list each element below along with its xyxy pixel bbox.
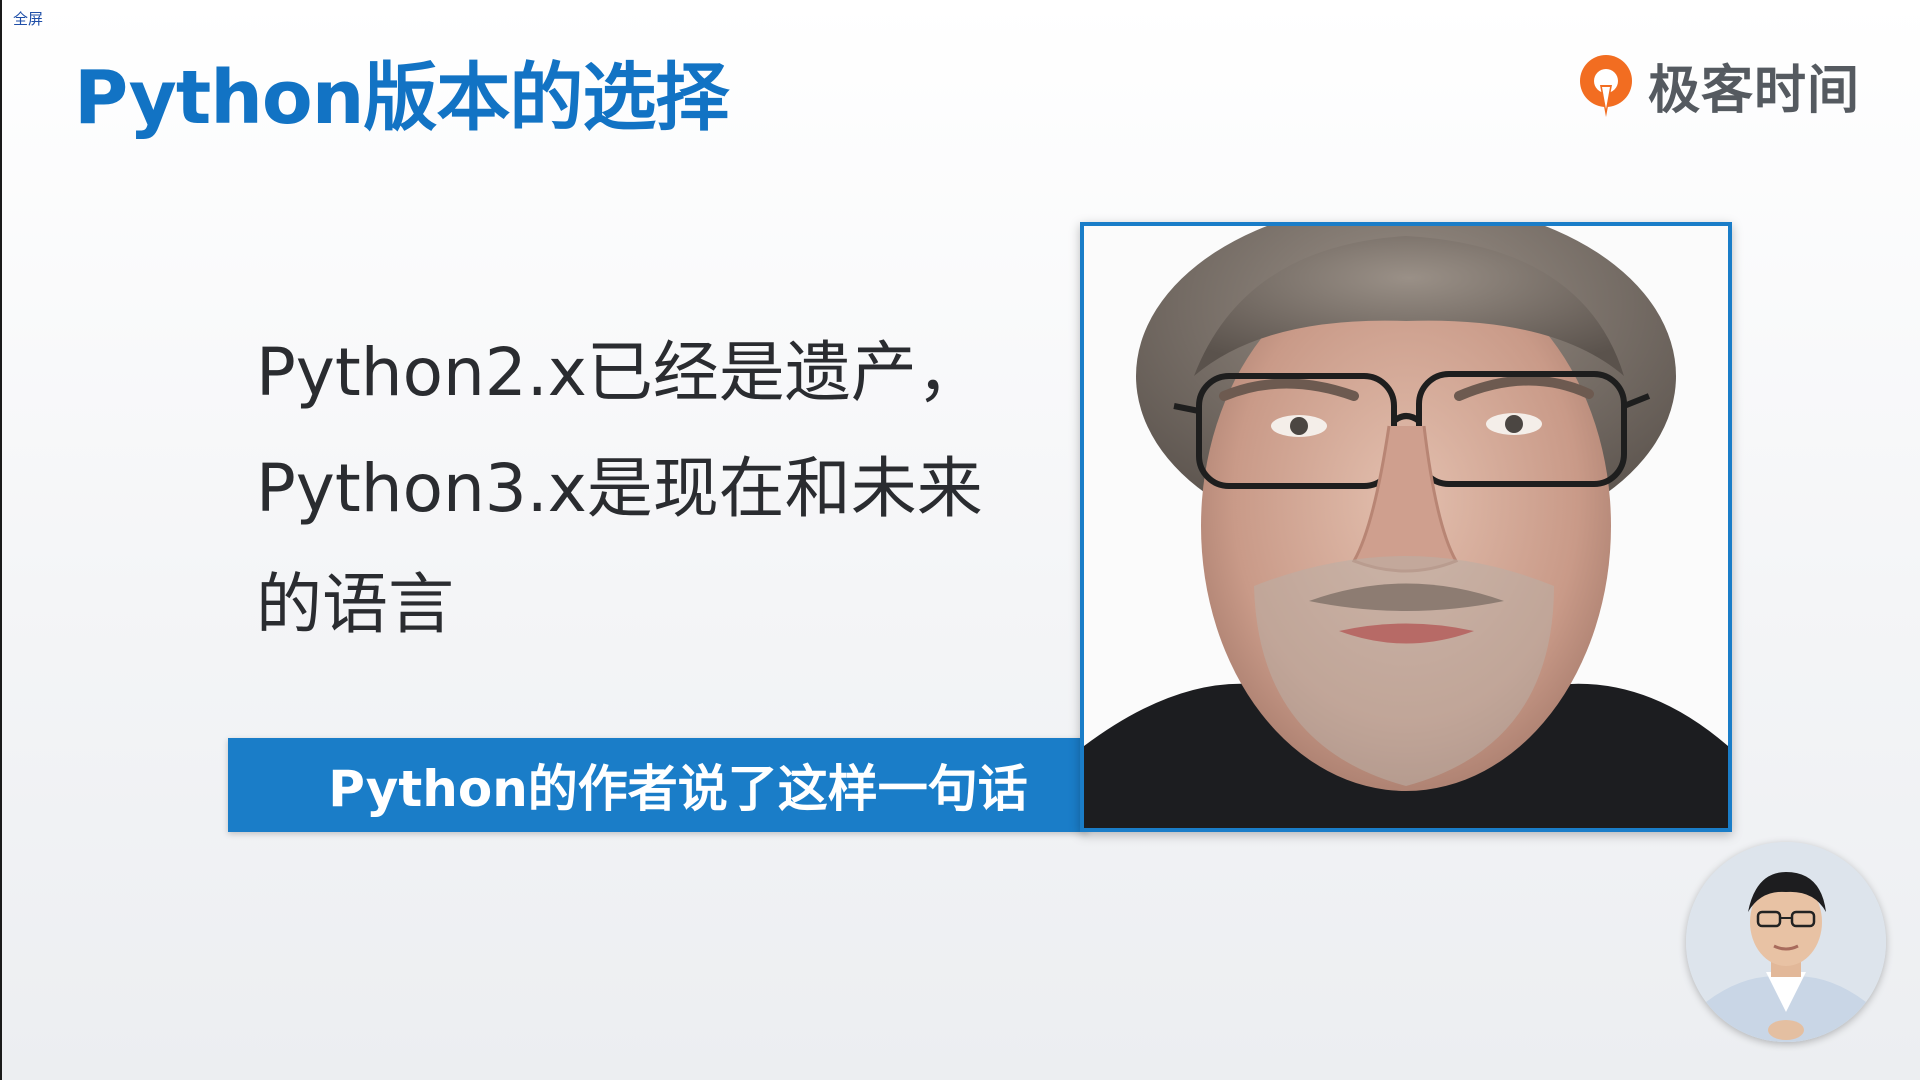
- author-portrait: [1080, 222, 1732, 832]
- slide-stage: 全屏 Python版本的选择 极客时间 Python2.x已经是遗产， Pyth…: [0, 0, 1920, 1080]
- geektime-logo-icon: [1579, 54, 1632, 117]
- main-text-line: Python2.x已经是遗产，: [256, 334, 983, 411]
- author-portrait-photo: [1084, 226, 1728, 828]
- main-text-line: Python3.x是现在和未来: [256, 450, 983, 527]
- presenter-video[interactable]: [1686, 842, 1886, 1042]
- main-text: Python2.x已经是遗产， Python3.x是现在和未来 的语言: [256, 315, 1016, 663]
- presenter-video-thumbnail: [1686, 842, 1886, 1042]
- slide-title: Python版本的选择: [74, 55, 729, 141]
- brand: 极客时间: [1574, 48, 1860, 123]
- fullscreen-button[interactable]: 全屏: [10, 10, 47, 28]
- caption-bar: Python的作者说了这样一句话: [228, 738, 1088, 832]
- caption-text: Python的作者说了这样一句话: [328, 760, 1028, 818]
- brand-name: 极客时间: [1647, 61, 1860, 121]
- main-text-line: 的语言: [256, 566, 454, 643]
